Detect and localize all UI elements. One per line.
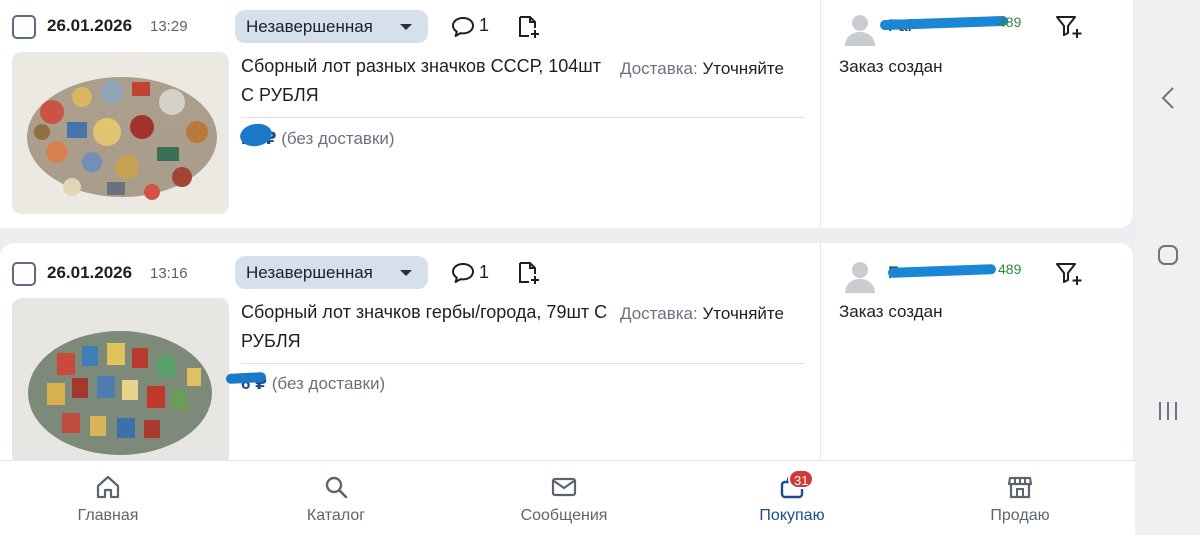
divider [241,117,804,118]
delivery-value: Уточняйте [702,304,784,323]
comment-icon[interactable] [451,16,475,38]
order-status-dropdown[interactable]: Незавершенная [235,256,428,289]
unread-badge: 31 [788,469,815,489]
nav-label: Продаю [990,507,1050,524]
redaction-mark [887,264,997,278]
delivery-label: Доставка: [620,59,698,78]
order-date: 26.01.2026 [47,16,133,35]
column-separator [820,243,821,465]
comment-count: 1 [479,262,490,282]
chevron-down-icon [400,270,412,276]
bottom-navigation: Главная Каталог Сообщения 31 Покупаю Про… [0,460,1135,535]
price-note: (без доставки) [281,129,395,148]
home-icon [96,475,120,499]
delivery-value: Уточняйте [702,59,784,78]
delivery-info: Доставка: Уточняйте [620,304,784,324]
order-card: 26.01.2026 13:29 Незавершенная 1 Сборный… [0,0,1133,228]
nav-catalog[interactable]: Каталог [266,461,406,535]
badges-photo [12,52,229,214]
product-photo[interactable] [12,298,229,465]
filter-add-icon[interactable] [1055,14,1083,40]
store-icon [1007,476,1033,499]
order-time: 13:29 [150,18,188,35]
price-note: (без доставки) [271,374,386,393]
nav-buying[interactable]: 31 Покупаю [722,461,862,535]
avatar[interactable] [843,259,877,293]
order-select-checkbox[interactable] [12,15,36,39]
nav-home[interactable]: Главная [38,461,178,535]
delivery-label: Доставка: [620,304,698,323]
delivery-info: Доставка: Уточняйте [620,59,784,79]
comment-count: 1 [479,15,490,35]
order-card: 26.01.2026 13:16 Незавершенная 1 Сборный… [0,243,1133,465]
add-note-icon[interactable] [516,260,542,286]
order-state: Заказ создан [839,57,943,76]
order-select-checkbox[interactable] [12,262,36,286]
redaction-mark [225,371,267,385]
seller-rating: 489 [998,261,1022,277]
product-title[interactable]: Сборный лот разных значков СССР, 104шт С… [241,52,611,110]
mail-icon [551,477,577,497]
filter-add-icon[interactable] [1055,261,1083,287]
product-photo[interactable] [12,52,229,214]
status-label: Незавершенная [246,262,373,282]
home-button-icon[interactable] [1157,244,1179,266]
system-navigation-bar [1135,0,1200,535]
nav-label: Главная [77,507,139,524]
seller-rating: 489 [998,14,1022,30]
nav-label: Покупаю [759,507,825,524]
search-icon [325,476,348,499]
nav-label: Сообщения [520,507,608,524]
order-date: 26.01.2026 [47,263,133,282]
order-time: 13:16 [150,265,188,282]
comment-icon[interactable] [451,262,475,284]
nav-label: Каталог [306,507,366,524]
nav-selling[interactable]: Продаю [950,461,1090,535]
chevron-down-icon [400,24,412,30]
column-separator [820,0,821,228]
product-title[interactable]: Сборный лот значков гербы/города, 79шт С… [241,298,611,356]
status-label: Незавершенная [246,16,373,36]
badges-photo [12,298,229,465]
add-note-icon[interactable] [516,14,542,40]
order-status-dropdown[interactable]: Незавершенная [235,10,428,43]
order-state: Заказ создан [839,302,943,321]
avatar[interactable] [843,12,877,46]
divider [241,363,804,364]
back-icon[interactable] [1158,86,1178,110]
recent-apps-icon[interactable] [1155,400,1181,422]
nav-messages[interactable]: Сообщения [494,461,634,535]
purchases-screen: 26.01.2026 13:29 Незавершенная 1 Сборный… [0,0,1135,535]
